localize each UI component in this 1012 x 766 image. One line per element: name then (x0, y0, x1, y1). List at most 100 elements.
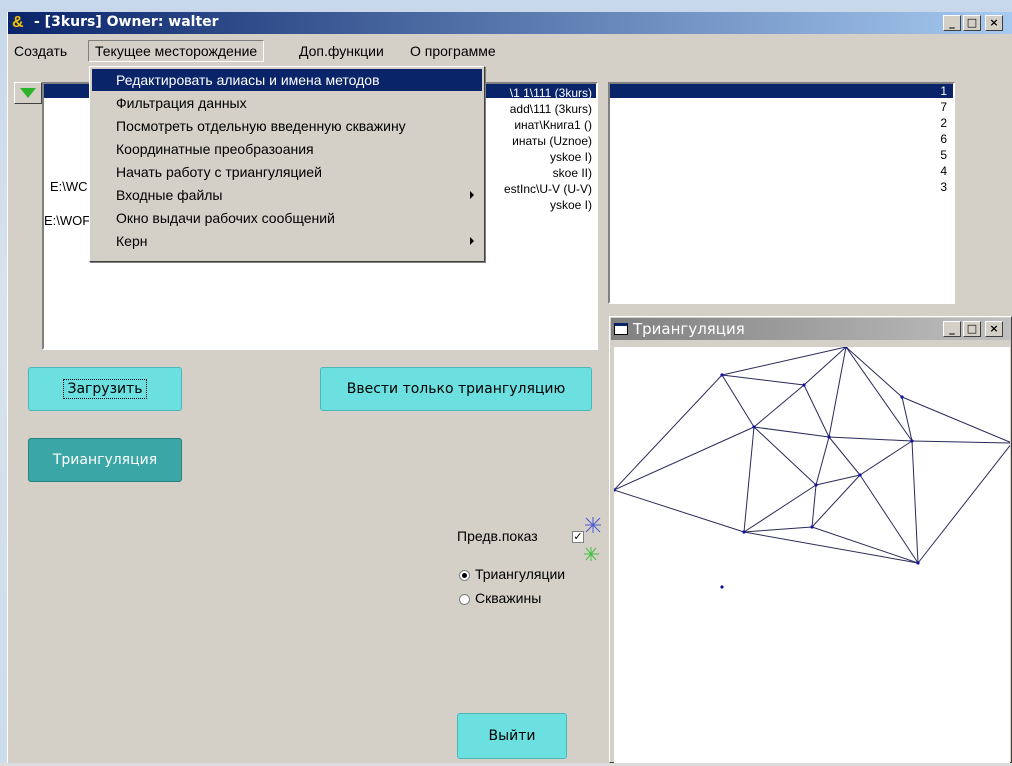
list-item-project[interactable]: инаты (Uznoe) (512, 134, 592, 148)
mesh-edge (828, 436, 913, 442)
load-button-label: Загрузить (63, 379, 147, 399)
menu-item-label: Керн (116, 233, 148, 249)
list-item-project[interactable]: skoe II) (553, 166, 592, 180)
mesh-edge (721, 374, 755, 428)
mesh-edge (743, 531, 919, 564)
maximize-button[interactable]: □ (963, 15, 981, 31)
radio-wells-label: Скважины (475, 590, 542, 606)
list-item-path[interactable]: E:\WOF (44, 214, 90, 228)
mesh-edge (743, 484, 817, 533)
child-close-button[interactable]: × (985, 321, 1003, 337)
list-item-project[interactable]: estInc\U-V (U-V) (504, 182, 592, 196)
mesh-vertex (720, 373, 724, 377)
list-item[interactable]: 1 (610, 84, 953, 98)
window-icon[interactable] (614, 323, 628, 335)
list-item-project[interactable]: \1 1\111 (3kurs) (510, 86, 592, 100)
mesh-vertex (814, 483, 818, 487)
mesh-edge (613, 426, 755, 491)
menu-item-start-triangulation[interactable]: Начать работу с триангуляцией (92, 161, 482, 183)
menu-create[interactable]: Создать (8, 40, 73, 62)
submenu-arrow-icon (470, 191, 474, 199)
menu-item-label: Координатные преобразоания (116, 141, 314, 157)
mesh-vertex (742, 530, 746, 534)
mesh-edge (613, 374, 723, 491)
minimize-button[interactable]: _ (943, 15, 961, 31)
list-item[interactable]: 4 (610, 164, 953, 178)
mesh-edge (859, 474, 919, 564)
list-item[interactable]: 5 (610, 148, 953, 162)
radio-triangulation[interactable] (459, 570, 470, 581)
child-maximize-button[interactable]: □ (963, 321, 981, 337)
menu-current-field[interactable]: Текущее месторождение (88, 40, 265, 62)
menu-item-label: Начать работу с триангуляцией (116, 164, 322, 180)
menu-extra-functions[interactable]: Доп.функции (293, 40, 390, 62)
menu-item-core[interactable]: Керн (92, 230, 482, 252)
mesh-vertex (802, 383, 806, 387)
title-bar[interactable]: & - [3kurs] Owner: walter _ □ × (8, 12, 1012, 34)
triangulation-title-bar[interactable]: Триангуляция _ □ × (611, 318, 1011, 340)
mesh-edge (845, 346, 903, 398)
mesh-edge (811, 474, 861, 528)
mesh-vertex (810, 525, 814, 529)
list-item-project[interactable]: yskoe I) (550, 150, 592, 164)
list-item-path[interactable]: E:\WC (50, 180, 88, 194)
mesh-edge (911, 440, 919, 564)
mesh-edge (753, 426, 830, 438)
radio-triangulation-label: Триангуляции (475, 566, 566, 582)
mesh-vertex (858, 473, 862, 477)
mesh-edge (811, 484, 817, 528)
app-icon[interactable]: & (12, 14, 28, 32)
mesh-vertex (720, 585, 724, 589)
star-markers-icon (584, 517, 601, 561)
submenu-arrow-icon (470, 237, 474, 245)
window-title: - [3kurs] Owner: walter (34, 14, 219, 30)
list-item-project[interactable]: инат\Книга1 () (514, 118, 592, 132)
list-item-project[interactable]: yskoe I) (550, 198, 592, 212)
menu-item-messages-window[interactable]: Окно выдачи рабочих сообщений (92, 207, 482, 229)
menu-about[interactable]: О программе (404, 40, 502, 62)
mesh-vertex (910, 439, 914, 443)
mesh-edge (743, 426, 755, 533)
current-field-menu: Редактировать алиасы и имена методов Фил… (89, 66, 485, 262)
load-button[interactable]: Загрузить (28, 367, 182, 411)
triangulation-canvas[interactable] (612, 345, 1012, 763)
exit-button[interactable]: Выйти (457, 713, 567, 759)
mesh-vertex (900, 395, 904, 399)
mesh-edge (743, 526, 813, 533)
mesh-edge (753, 384, 805, 428)
menu-item-input-files[interactable]: Входные файлы (92, 184, 482, 206)
mesh-edge (753, 426, 817, 486)
menu-item-label: Окно выдачи рабочих сообщений (116, 210, 335, 226)
mesh-edge (721, 374, 805, 386)
preview-label: Предв.показ (457, 528, 538, 544)
menu-item-label: Посмотреть отдельную введенную скважину (116, 118, 406, 134)
triangulation-title: Триангуляция (633, 320, 745, 338)
menu-item-edit-aliases[interactable]: Редактировать алиасы и имена методов (92, 69, 482, 91)
menu-item-label: Редактировать алиасы и имена методов (116, 72, 380, 88)
radio-wells[interactable] (459, 594, 470, 605)
child-minimize-button[interactable]: _ (943, 321, 961, 337)
mesh-vertex (752, 425, 756, 429)
list-item[interactable]: 7 (610, 100, 953, 114)
menu-item-coord-transform[interactable]: Координатные преобразоания (92, 138, 482, 160)
list-item-project[interactable]: add\111 (3kurs) (510, 102, 592, 116)
menu-item-label: Входные файлы (116, 187, 223, 203)
mesh-vertex (916, 561, 920, 565)
mesh-edge (811, 526, 919, 564)
combo-dropdown-button[interactable] (14, 82, 42, 104)
triangulation-window: Триангуляция _ □ × (609, 316, 1012, 763)
triangulation-button[interactable]: Триангуляция (28, 438, 182, 482)
mesh-edge (859, 440, 913, 476)
menu-bar: Создать Текущее месторождение Доп.функци… (8, 40, 1012, 62)
list-item[interactable]: 2 (610, 116, 953, 130)
triangulation-mesh (612, 345, 1012, 589)
list-item[interactable]: 3 (610, 180, 953, 194)
menu-item-view-well[interactable]: Посмотреть отдельную введенную скважину (92, 115, 482, 137)
menu-item-filter-data[interactable]: Фильтрация данных (92, 92, 482, 114)
input-triangulation-button[interactable]: Ввести только триангуляцию (320, 367, 592, 411)
close-button[interactable]: × (985, 15, 1003, 31)
mesh-edge (613, 489, 745, 533)
list-item[interactable]: 6 (610, 132, 953, 146)
mesh-edge (845, 346, 913, 442)
number-list[interactable]: 1 7 2 6 5 4 3 (608, 82, 955, 304)
